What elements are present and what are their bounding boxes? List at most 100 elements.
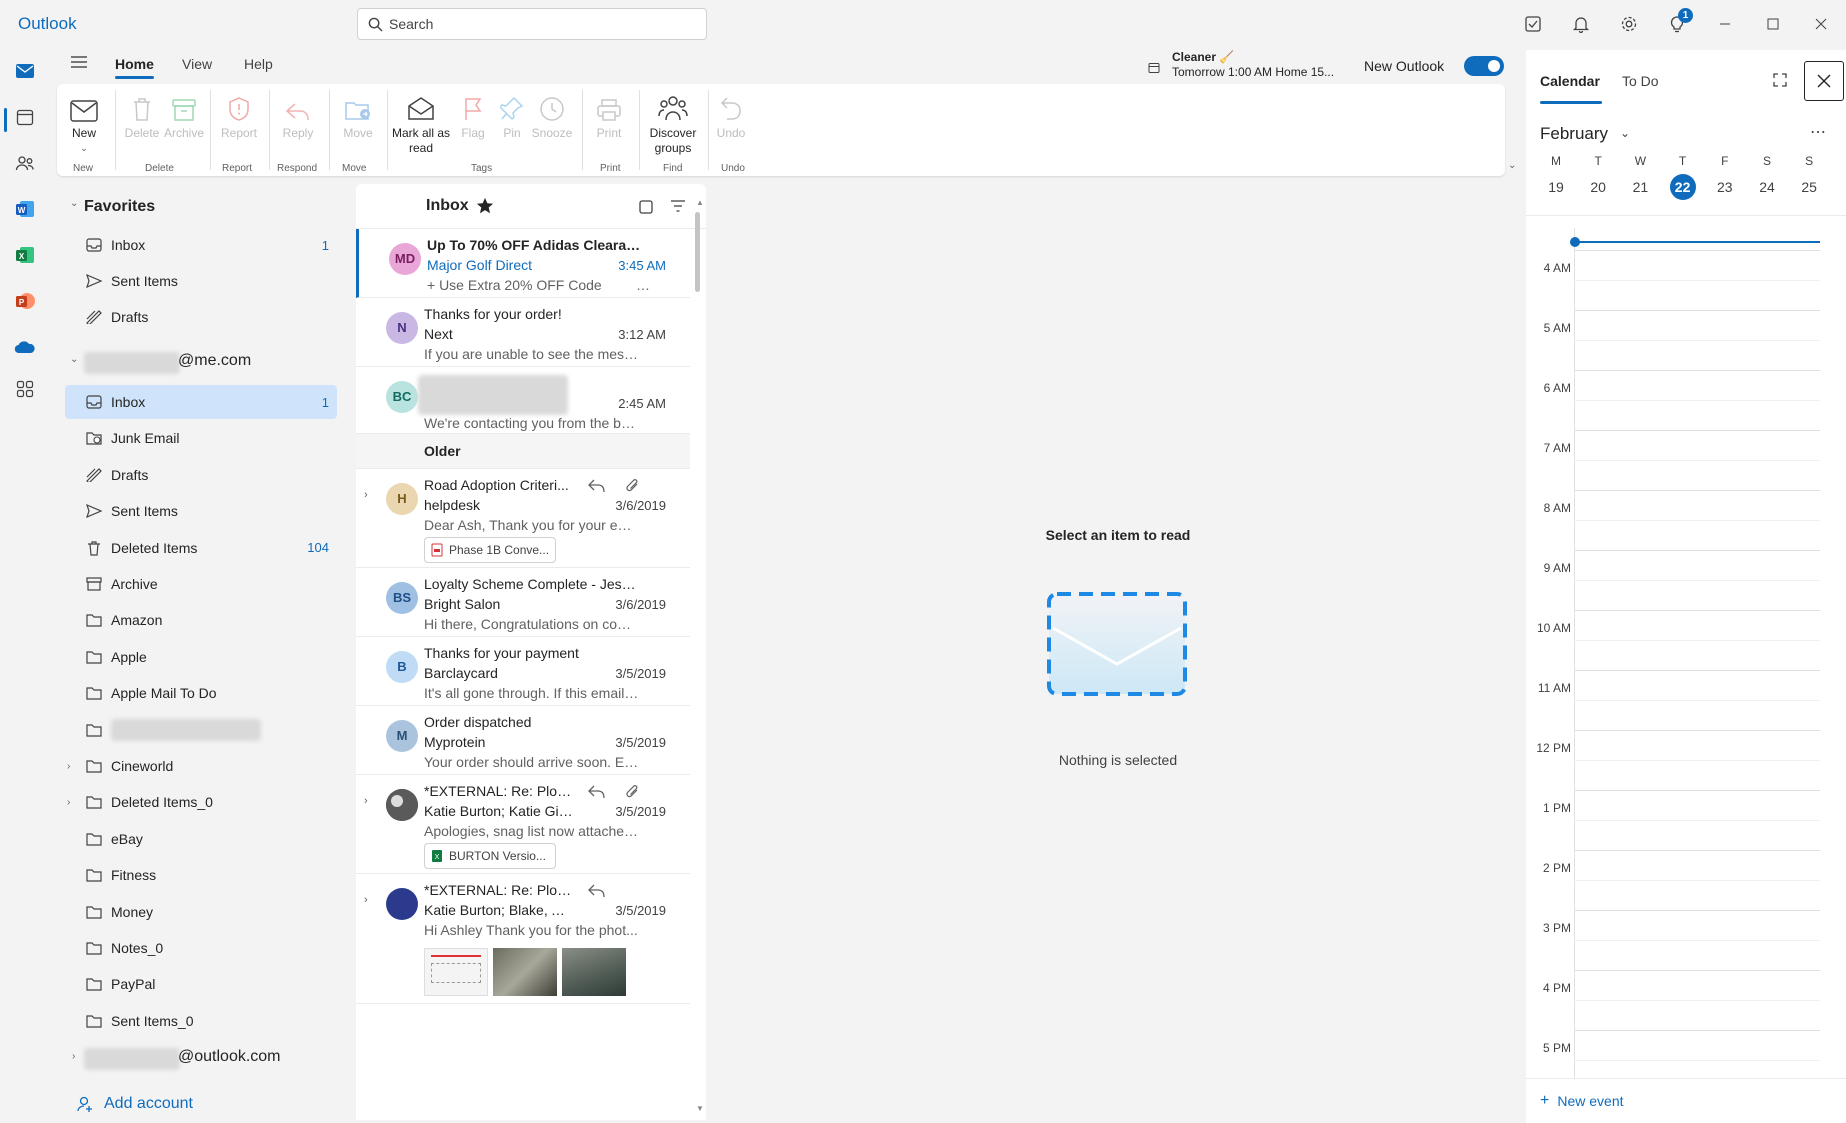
- ribbon-collapse-chevron-icon[interactable]: ⌄: [1508, 160, 1516, 171]
- account-header-me[interactable]: @me.com: [178, 352, 251, 370]
- tab-todo[interactable]: To Do: [1622, 73, 1659, 89]
- attachment-chip[interactable]: X BURTON Versio...: [424, 843, 556, 869]
- tab-help[interactable]: Help: [244, 56, 273, 72]
- onedrive-icon[interactable]: [12, 334, 38, 360]
- flag-button[interactable]: Flag: [452, 90, 494, 141]
- add-account-button[interactable]: Add account: [76, 1095, 193, 1113]
- day-today[interactable]: 22: [1669, 174, 1696, 200]
- message-item[interactable]: N Thanks for your order! Next 3:12 AM If you…: [356, 298, 690, 367]
- move-button[interactable]: Move: [331, 90, 385, 141]
- folder-item[interactable]: Sent Items_0: [65, 1004, 337, 1038]
- message-item[interactable]: M Order dispatched Myprotein 3/5/2019 Your o…: [356, 706, 690, 775]
- folder-item[interactable]: Drafts: [65, 458, 337, 492]
- maximize-icon[interactable]: [1761, 12, 1785, 36]
- chevron-down-icon[interactable]: ⌄: [1620, 126, 1630, 140]
- thumbnail-document[interactable]: [424, 948, 488, 996]
- tab-calendar[interactable]: Calendar: [1540, 73, 1600, 89]
- message-item[interactable]: BC 2:45 AM We're contacting you from the b…: [356, 367, 690, 434]
- archive-button[interactable]: Archive: [157, 90, 211, 141]
- mail-icon[interactable]: [12, 58, 38, 84]
- day-number[interactable]: 20: [1585, 174, 1611, 200]
- upcoming-event[interactable]: Cleaner 🧹 Tomorrow 1:00 AM Home 15...: [1172, 50, 1334, 80]
- select-mode-icon[interactable]: [638, 199, 654, 215]
- expand-icon[interactable]: [1772, 72, 1788, 88]
- folder-item[interactable]: [65, 713, 337, 747]
- attachment-chip[interactable]: Phase 1B Conve...: [424, 537, 556, 563]
- powerpoint-icon[interactable]: P: [12, 288, 38, 314]
- scroll-up-arrow-icon[interactable]: ▲: [696, 198, 704, 207]
- my-day-icon[interactable]: [1521, 12, 1545, 36]
- day-number[interactable]: 23: [1712, 174, 1738, 200]
- folder-item[interactable]: Apple Mail To Do: [65, 676, 337, 710]
- favorite-drafts[interactable]: Drafts: [65, 300, 337, 334]
- folder-item[interactable]: Fitness: [65, 858, 337, 892]
- gear-icon[interactable]: [1617, 12, 1641, 36]
- folder-item[interactable]: Junk Email: [65, 421, 337, 455]
- favorites-header[interactable]: Favorites: [84, 198, 155, 216]
- snooze-button[interactable]: Snooze: [527, 90, 577, 141]
- undo-button[interactable]: Undo: [710, 90, 752, 141]
- expand-thread-chevron-icon[interactable]: ›: [364, 489, 368, 501]
- favorite-inbox[interactable]: Inbox 1: [65, 228, 337, 262]
- folder-item[interactable]: Archive: [65, 567, 337, 601]
- folder-item[interactable]: Inbox 1: [65, 385, 337, 419]
- new-outlook-toggle[interactable]: [1464, 56, 1504, 76]
- scrollbar-thumb[interactable]: [695, 212, 700, 292]
- hamburger-icon[interactable]: [70, 55, 88, 72]
- day-number[interactable]: 19: [1543, 174, 1569, 200]
- group-header-older[interactable]: Older: [356, 434, 690, 469]
- chevron-right-icon[interactable]: ›: [67, 761, 70, 772]
- day-grid[interactable]: [1574, 228, 1820, 1078]
- print-button[interactable]: Print: [584, 90, 634, 141]
- folder-item[interactable]: PayPal: [65, 967, 337, 1001]
- account-header-outlook[interactable]: @outlook.com: [178, 1048, 281, 1066]
- expand-thread-chevron-icon[interactable]: ›: [364, 894, 368, 906]
- month-label[interactable]: February: [1540, 124, 1608, 144]
- folder-item[interactable]: Deleted Items 104: [65, 531, 337, 565]
- excel-icon[interactable]: X: [12, 242, 38, 268]
- folder-item[interactable]: Notes_0: [65, 931, 337, 965]
- folder-item[interactable]: Sent Items: [65, 494, 337, 528]
- bell-icon[interactable]: [1569, 12, 1593, 36]
- chevron-right-icon[interactable]: ›: [67, 797, 70, 808]
- message-item[interactable]: › H Road Adoption Criteri... helpdesk 3/6/20…: [356, 469, 690, 568]
- day-number[interactable]: 21: [1627, 174, 1653, 200]
- expand-thread-chevron-icon[interactable]: ›: [364, 795, 368, 807]
- folder-item[interactable]: Apple: [65, 640, 337, 674]
- folder-item[interactable]: eBay: [65, 822, 337, 856]
- thumbnail-photo[interactable]: [562, 948, 626, 996]
- minimize-icon[interactable]: [1713, 12, 1737, 36]
- apps-icon[interactable]: [12, 376, 38, 402]
- chevron-down-icon[interactable]: ⌄: [70, 354, 78, 365]
- more-options-icon[interactable]: ⋯: [1810, 122, 1826, 142]
- favorite-sent-items[interactable]: Sent Items: [65, 264, 337, 298]
- new-mail-button[interactable]: New ⌄: [57, 90, 111, 156]
- discover-groups-button[interactable]: Discover groups: [641, 90, 705, 156]
- search-box[interactable]: Search: [357, 8, 707, 40]
- message-item[interactable]: › *EXTERNAL: Re: Plot 167 Ta... Katie Burt…: [356, 874, 690, 1004]
- people-icon[interactable]: [12, 150, 38, 176]
- chevron-down-icon[interactable]: ⌄: [70, 198, 78, 209]
- scroll-down-arrow-icon[interactable]: ▼: [696, 1104, 704, 1113]
- close-window-icon[interactable]: [1809, 12, 1833, 36]
- new-event-button[interactable]: + New event: [1540, 1092, 1624, 1110]
- day-number[interactable]: 24: [1754, 174, 1780, 200]
- message-item[interactable]: › *EXTERNAL: Re: Plot 1... Katie Burton; K…: [356, 775, 690, 874]
- folder-item[interactable]: › Deleted Items_0: [65, 785, 337, 819]
- chevron-right-icon[interactable]: ›: [72, 1051, 75, 1062]
- reply-button[interactable]: Reply: [271, 90, 325, 141]
- folder-item[interactable]: › Cineworld: [65, 749, 337, 783]
- folder-item[interactable]: Amazon: [65, 603, 337, 637]
- day-number[interactable]: 25: [1796, 174, 1822, 200]
- close-pane-button[interactable]: [1804, 61, 1844, 101]
- message-item[interactable]: B Thanks for your payment Barclaycard 3/5/2…: [356, 637, 690, 706]
- calendar-icon[interactable]: [12, 104, 38, 130]
- mark-all-read-button[interactable]: Mark all as read: [389, 90, 453, 156]
- report-button[interactable]: Report: [212, 90, 266, 141]
- message-item[interactable]: MD Up To 70% OFF Adidas Clearanc... Major …: [356, 229, 690, 298]
- tab-home[interactable]: Home: [115, 56, 154, 79]
- message-item[interactable]: BS Loyalty Scheme Complete - Jessic... Bri…: [356, 568, 690, 637]
- thumbnail-photo[interactable]: [493, 948, 557, 996]
- star-favorite-icon[interactable]: [476, 197, 494, 215]
- folder-item[interactable]: Money: [65, 895, 337, 929]
